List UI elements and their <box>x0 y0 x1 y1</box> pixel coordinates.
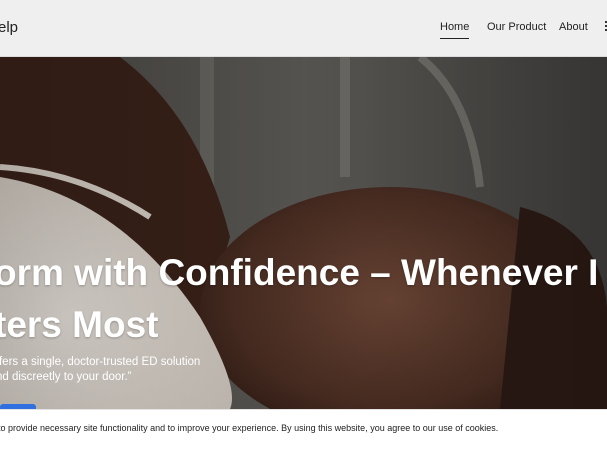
brand-logo[interactable]: elp <box>0 19 18 36</box>
nav-home[interactable]: Home <box>440 21 470 39</box>
hero-description-line-1: ffers a single, doctor-trusted ED soluti… <box>0 356 201 368</box>
hero-description-line-2: nd discreetly to your door.” <box>0 371 132 383</box>
cookie-message: to provide necessary site functionality … <box>0 423 499 433</box>
site-header: elp Home Our Product About <box>0 0 607 57</box>
hero-title-line-2: ters Most <box>0 304 159 345</box>
cookie-banner: to provide necessary site functionality … <box>0 409 607 455</box>
hero-title: orm with Confidence – Whenever I ters Mo… <box>0 247 607 351</box>
hero-description: ffers a single, doctor-trusted ED soluti… <box>0 355 256 385</box>
hero-title-line-1: orm with Confidence – Whenever I <box>0 252 599 293</box>
hero-section: orm with Confidence – Whenever I ters Mo… <box>0 57 607 409</box>
nav-our-product[interactable]: Our Product <box>487 21 546 33</box>
nav-about[interactable]: About <box>559 21 588 33</box>
